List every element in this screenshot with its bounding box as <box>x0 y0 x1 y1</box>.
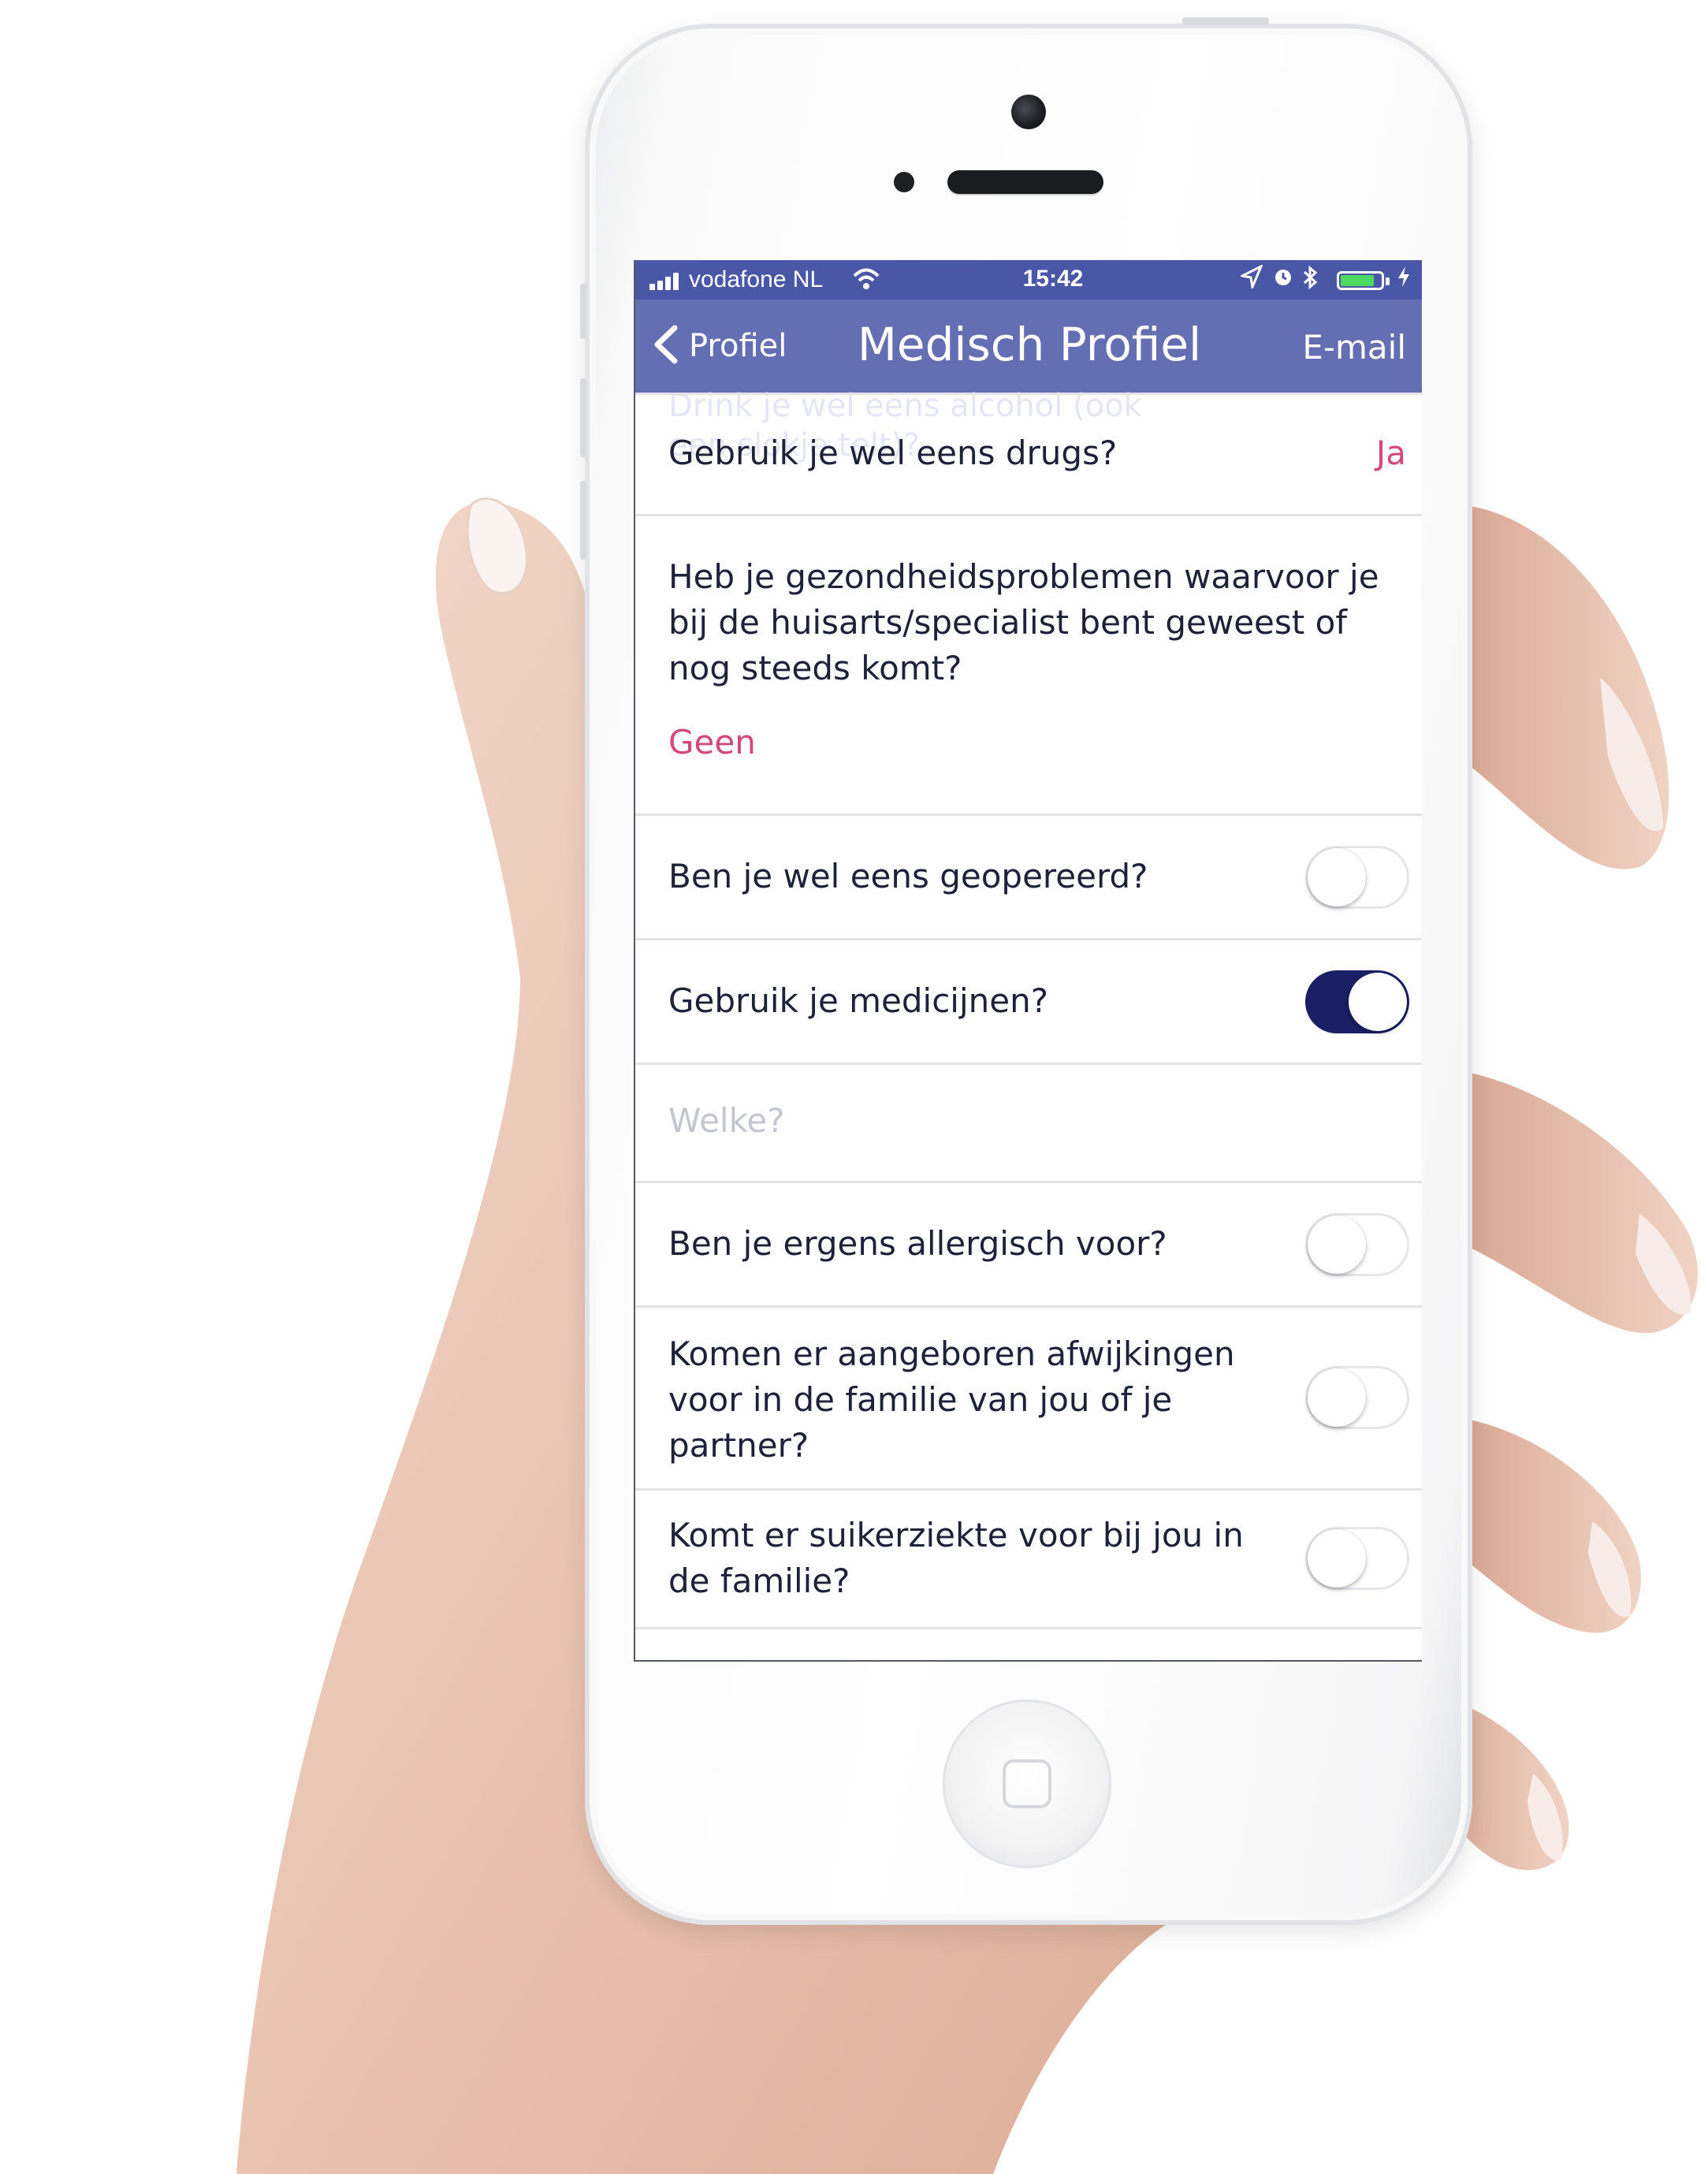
navigation-bar: Drink je wel eens alcohol (ook een slokj… <box>635 300 1422 463</box>
screen: vodafone NL 15:42 Drink je wel eens alco… <box>634 260 1422 1662</box>
bluetooth-icon <box>1302 265 1319 296</box>
alarm-clock-icon <box>1272 265 1294 294</box>
medical-profile-list: Gebruik je wel eens drugs? Ja Heb je gez… <box>635 393 1422 1629</box>
carrier-name: vodafone NL <box>689 266 824 292</box>
list-item-surgery: Ben je wel eens geopereerd? <box>635 816 1422 940</box>
diabetes-question: Komt er suikerziekte voor bij jou in de … <box>668 1516 1244 1600</box>
status-time: 15:42 <box>1022 266 1084 292</box>
toggle-knob <box>1308 848 1366 906</box>
charging-bolt-icon <box>1397 265 1411 294</box>
drugs-question: Gebruik je wel eens drugs? <box>668 434 1118 472</box>
wifi-icon <box>853 268 880 297</box>
front-camera <box>1011 95 1046 129</box>
diabetes-toggle[interactable] <box>1305 1527 1409 1590</box>
earpiece-speaker <box>947 170 1103 194</box>
location-arrow-icon <box>1238 263 1263 294</box>
allergy-toggle[interactable] <box>1305 1213 1409 1276</box>
which-medicines-field[interactable]: Welke? <box>635 1065 1422 1183</box>
home-square-icon <box>1003 1759 1051 1808</box>
drugs-answer: Ja <box>1375 434 1406 472</box>
status-bar: vodafone NL 15:42 <box>635 260 1422 300</box>
battery-tip <box>1386 277 1390 285</box>
list-item-congenital: Komen er aangeboren afwijkingen voor in … <box>635 1308 1422 1491</box>
proximity-sensor <box>894 172 914 192</box>
list-item-allergy: Ben je ergens allergisch voor? <box>635 1183 1422 1308</box>
list-item-health-problems[interactable]: Heb je gezondheidsproblemen waarvoor je … <box>635 516 1422 816</box>
power-button <box>1182 17 1269 25</box>
health-problems-answer: Geen <box>668 723 756 761</box>
volume-up-button <box>580 378 586 457</box>
surgery-toggle[interactable] <box>1305 846 1409 909</box>
congenital-question: Komen er aangeboren afwijkingen voor in … <box>668 1335 1235 1465</box>
toggle-knob <box>1308 1215 1366 1274</box>
battery-icon <box>1337 271 1384 290</box>
toggle-knob <box>1308 1529 1366 1588</box>
email-button[interactable]: E-mail <box>1302 328 1406 367</box>
surgery-question: Ben je wel eens geopereerd? <box>668 857 1148 895</box>
medicines-toggle[interactable] <box>1305 970 1409 1033</box>
medicines-question: Gebruik je medicijnen? <box>668 981 1049 1020</box>
list-item-medicines: Gebruik je medicijnen? <box>635 940 1422 1065</box>
health-problems-question: Heb je gezondheidsproblemen waarvoor je … <box>668 557 1379 687</box>
which-medicines-placeholder: Welke? <box>668 1101 785 1140</box>
congenital-toggle[interactable] <box>1305 1366 1409 1429</box>
list-item-drugs[interactable]: Gebruik je wel eens drugs? Ja <box>635 393 1422 516</box>
allergy-question: Ben je ergens allergisch voor? <box>668 1224 1167 1263</box>
battery-level <box>1341 275 1374 286</box>
signal-strength-icon <box>649 273 683 290</box>
mute-switch <box>580 284 586 339</box>
toggle-knob <box>1349 973 1407 1031</box>
scene: vodafone NL 15:42 Drink je wel eens alco… <box>0 0 1708 2174</box>
toggle-knob <box>1308 1368 1366 1427</box>
list-item-diabetes: Komt er suikerziekte voor bij jou in de … <box>635 1491 1422 1629</box>
volume-down-button <box>580 481 586 560</box>
